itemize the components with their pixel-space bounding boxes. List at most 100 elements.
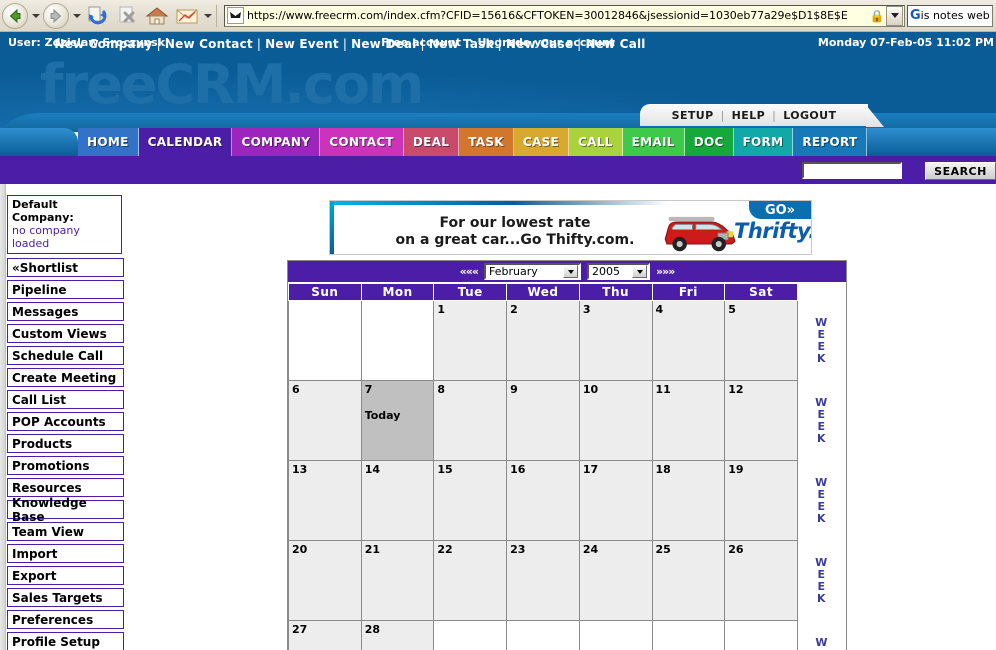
quick-link-new-call[interactable]: New Call bbox=[585, 37, 645, 51]
nav-tab-home[interactable]: HOME bbox=[78, 128, 139, 156]
mail-button[interactable] bbox=[172, 1, 202, 31]
calendar-day-cell[interactable]: 12 bbox=[724, 380, 798, 461]
advertisement-banner[interactable]: For our lowest rate on a great car...Go … bbox=[329, 200, 812, 255]
calendar-day-cell[interactable]: 15 bbox=[433, 460, 508, 541]
help-link[interactable]: HELP bbox=[732, 109, 765, 122]
stop-button[interactable] bbox=[112, 1, 142, 31]
nav-tab-email[interactable]: EMAIL bbox=[622, 128, 685, 156]
forward-history-caret[interactable] bbox=[71, 1, 82, 31]
sidebar-item-custom-views[interactable]: Custom Views bbox=[7, 324, 124, 343]
search-input[interactable] bbox=[802, 162, 902, 179]
calendar-week-link[interactable]: WEEK bbox=[797, 380, 846, 461]
ad-line-1: For our lowest rate bbox=[439, 215, 591, 231]
nav-tab-deal[interactable]: DEAL bbox=[403, 128, 460, 156]
calendar-day-cell[interactable]: 20 bbox=[288, 540, 362, 621]
calendar-day-cell[interactable]: 23 bbox=[506, 540, 580, 621]
setup-link[interactable]: SETUP bbox=[672, 109, 714, 122]
back-history-caret[interactable] bbox=[30, 1, 41, 31]
calendar-day-cell[interactable]: 19 bbox=[724, 460, 798, 541]
tab-separator: | bbox=[720, 109, 725, 122]
ad-copy: For our lowest rate on a great car...Go … bbox=[390, 215, 640, 249]
calendar-day-cell[interactable]: 16 bbox=[506, 460, 580, 541]
ad-brand-name: Thrifty.com bbox=[734, 219, 811, 243]
calendar-day-cell[interactable]: 10 bbox=[578, 380, 653, 461]
sidebar-item-sales-targets[interactable]: Sales Targets bbox=[7, 588, 124, 607]
calendar-day-cell[interactable]: 6 bbox=[288, 380, 362, 461]
calendar-day-cell[interactable]: 25 bbox=[651, 540, 726, 621]
sidebar-item-resources[interactable]: Resources bbox=[7, 478, 124, 497]
calendar-week-link[interactable]: WEEK bbox=[797, 620, 846, 650]
sidebar-item-shortlist[interactable]: «Shortlist bbox=[7, 258, 124, 277]
ad-go-button[interactable]: GO» bbox=[749, 201, 811, 219]
calendar-day-number: 2 bbox=[510, 303, 518, 316]
calendar-day-cell[interactable]: 7 Today bbox=[360, 380, 435, 461]
mail-menu-caret[interactable] bbox=[202, 1, 213, 31]
year-select[interactable]: 2005 bbox=[587, 263, 650, 280]
nav-tab-report[interactable]: REPORT bbox=[793, 128, 868, 156]
quick-link-new-event[interactable]: New Event bbox=[265, 37, 339, 51]
sidebar-item-messages[interactable]: Messages bbox=[7, 302, 124, 321]
quick-link-new-company[interactable]: New Company bbox=[54, 37, 152, 51]
sidebar-item-team-view[interactable]: Team View bbox=[7, 522, 124, 541]
quick-link-new-deal[interactable]: New Deal bbox=[351, 37, 416, 51]
sidebar-item-profile-setup[interactable]: Profile Setup bbox=[7, 632, 124, 650]
calendar-day-cell[interactable]: 26 bbox=[724, 540, 798, 621]
calendar-day-cell[interactable]: 14 bbox=[360, 460, 435, 541]
home-button[interactable] bbox=[142, 1, 172, 31]
calendar-day-cell[interactable]: 17 bbox=[578, 460, 653, 541]
nav-tab-doc[interactable]: DOC bbox=[684, 128, 734, 156]
calendar-day-cell[interactable]: 18 bbox=[651, 460, 726, 541]
sidebar-item-products[interactable]: Products bbox=[7, 434, 124, 453]
google-logo-icon: G bbox=[910, 8, 921, 23]
sidebar-item-schedule-call[interactable]: Schedule Call bbox=[7, 346, 124, 365]
sidebar-item-create-meeting[interactable]: Create Meeting bbox=[7, 368, 124, 387]
calendar-day-cell[interactable]: 13 bbox=[288, 460, 362, 541]
nav-tab-case[interactable]: CASE bbox=[513, 128, 570, 156]
calendar-week-link[interactable]: WEEK bbox=[797, 540, 846, 621]
calendar-day-cell[interactable]: 3 bbox=[578, 300, 653, 381]
month-select[interactable]: February bbox=[484, 263, 581, 280]
calendar-day-cell[interactable]: 21 bbox=[360, 540, 435, 621]
search-button[interactable]: SEARCH bbox=[925, 162, 996, 180]
sidebar-item-preferences[interactable]: Preferences bbox=[7, 610, 124, 629]
calendar-day-cell[interactable]: 11 bbox=[651, 380, 726, 461]
quick-link-new-contact[interactable]: New Contact bbox=[165, 37, 253, 51]
calendar-day-number: 19 bbox=[728, 463, 744, 476]
calendar-week-link[interactable]: WEEK bbox=[797, 460, 846, 541]
back-button[interactable] bbox=[0, 1, 30, 31]
nav-tab-form[interactable]: FORM bbox=[733, 128, 794, 156]
nav-tab-task[interactable]: TASK bbox=[459, 128, 514, 156]
calendar-day-cell[interactable]: 2 bbox=[506, 300, 580, 381]
calendar-day-cell[interactable]: 8 bbox=[433, 380, 508, 461]
calendar-day-cell[interactable]: 4 bbox=[651, 300, 726, 381]
calendar-day-cell[interactable]: 24 bbox=[578, 540, 653, 621]
nav-tab-calendar[interactable]: CALENDAR bbox=[138, 128, 233, 156]
quick-link-new-task[interactable]: New Task bbox=[429, 37, 494, 51]
sidebar-item-knowledge-base[interactable]: Knowledge Base bbox=[7, 496, 124, 524]
sidebar-item-import[interactable]: Import bbox=[7, 544, 124, 563]
next-month-button[interactable]: »»» bbox=[656, 265, 675, 278]
logout-link[interactable]: LOGOUT bbox=[783, 109, 836, 122]
calendar-day-cell[interactable]: 9 bbox=[506, 380, 580, 461]
calendar-day-cell[interactable]: 5 bbox=[724, 300, 798, 381]
address-bar[interactable]: https://www.freecrm.com/index.cfm?CFID=1… bbox=[224, 4, 905, 27]
address-dropdown-button[interactable] bbox=[886, 5, 903, 26]
google-search-box[interactable]: G is notes web acc bbox=[907, 4, 993, 27]
forward-button[interactable] bbox=[41, 1, 71, 31]
sidebar-item-export[interactable]: Export bbox=[7, 566, 124, 585]
sidebar-item-pop-accounts[interactable]: POP Accounts bbox=[7, 412, 124, 431]
nav-tab-contact[interactable]: CONTACT bbox=[320, 128, 404, 156]
calendar-day-cell[interactable]: 28 bbox=[360, 620, 435, 650]
sidebar-item-call-list[interactable]: Call List bbox=[7, 390, 124, 409]
calendar-day-cell[interactable]: 1 bbox=[433, 300, 508, 381]
calendar-week-link[interactable]: WEEK bbox=[797, 300, 846, 381]
nav-tab-company[interactable]: COMPANY bbox=[232, 128, 321, 156]
sidebar-item-pipeline[interactable]: Pipeline bbox=[7, 280, 124, 299]
calendar-day-cell[interactable]: 22 bbox=[433, 540, 508, 621]
nav-tab-call[interactable]: CALL bbox=[569, 128, 623, 156]
calendar-day-cell[interactable]: 27 bbox=[288, 620, 362, 650]
prev-month-button[interactable]: ««« bbox=[460, 265, 479, 278]
quick-link-new-case[interactable]: New Case bbox=[506, 37, 573, 51]
sidebar-item-promotions[interactable]: Promotions bbox=[7, 456, 124, 475]
refresh-button[interactable] bbox=[82, 1, 112, 31]
